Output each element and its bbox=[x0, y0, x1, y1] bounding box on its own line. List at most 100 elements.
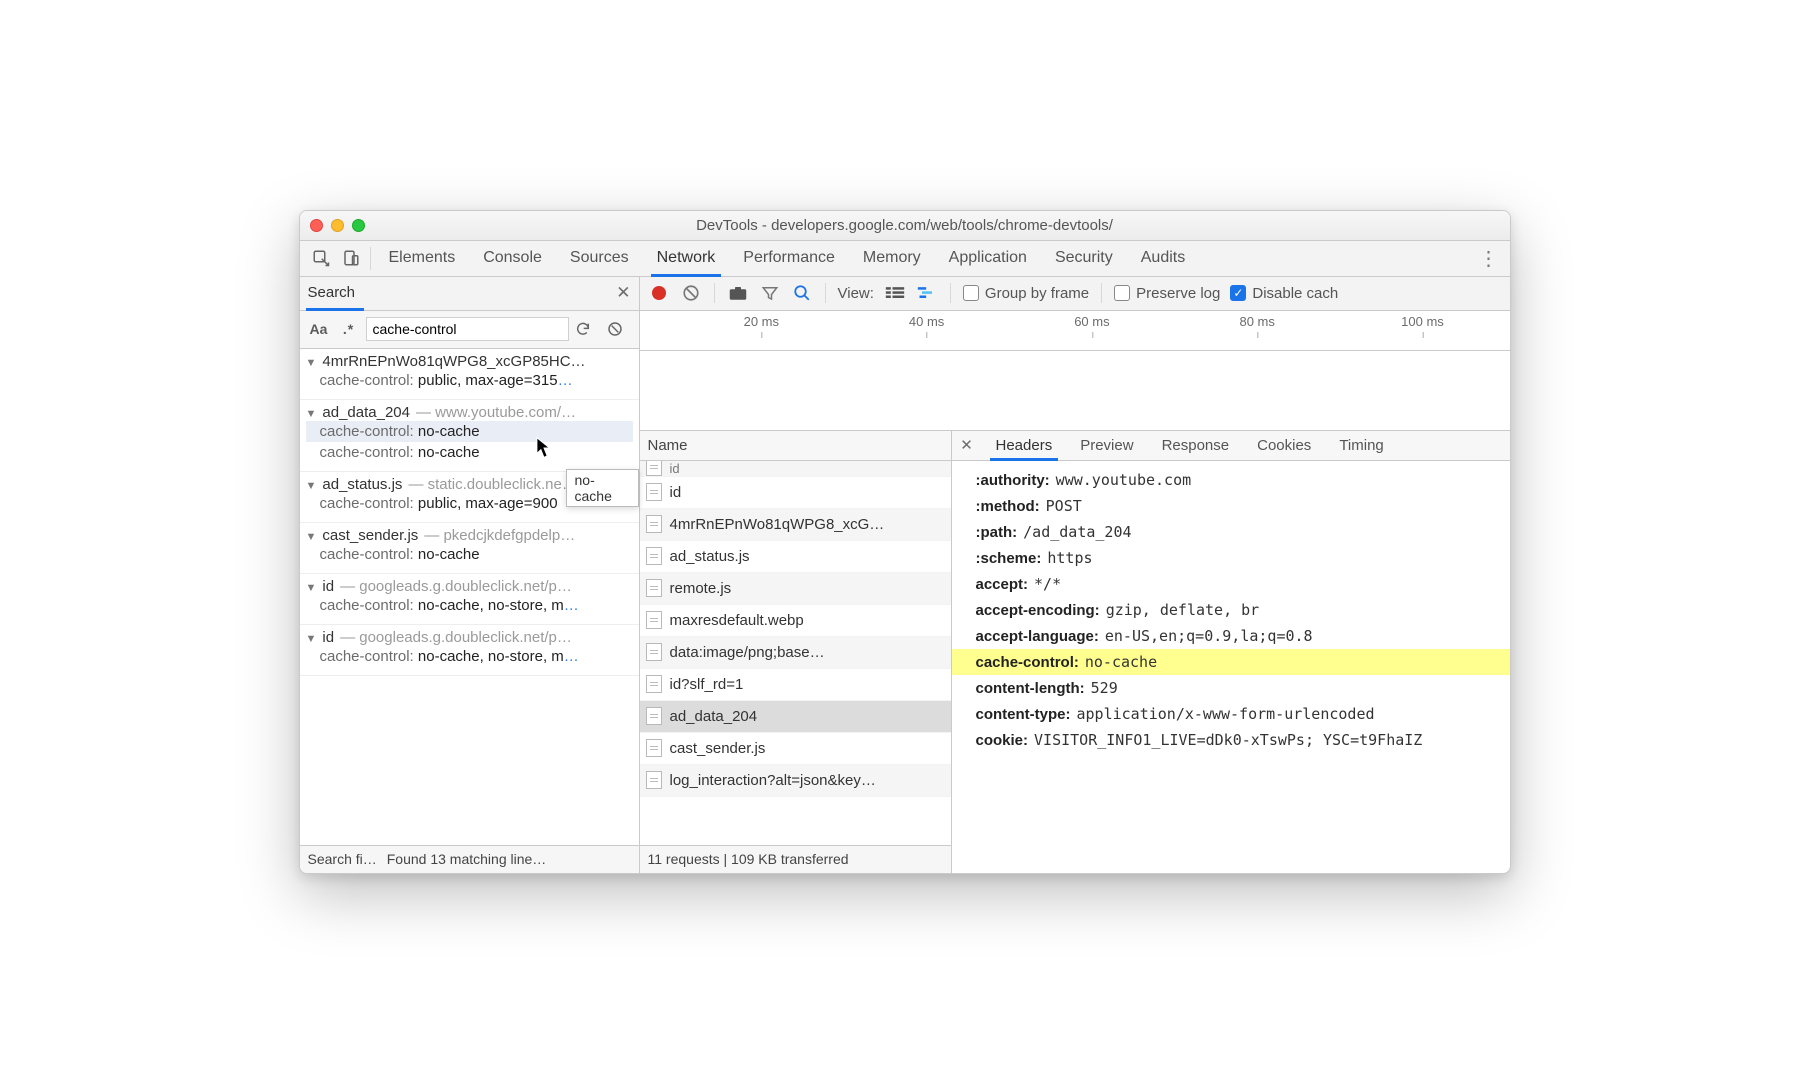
file-icon bbox=[646, 643, 662, 661]
details-tab-response[interactable]: Response bbox=[1148, 431, 1244, 460]
table-row[interactable]: data:image/png;base… bbox=[640, 637, 951, 669]
search-results: ▼4mrRnEPnWo81qWPG8_xcGP85HC…cache-contro… bbox=[300, 349, 639, 845]
search-result-group[interactable]: ▼4mrRnEPnWo81qWPG8_xcGP85HC…cache-contro… bbox=[300, 349, 639, 400]
search-result-line[interactable]: cache-control: public, max-age=315… bbox=[306, 370, 633, 391]
timeline-ruler[interactable]: 20 ms 40 ms 60 ms 80 ms 100 ms bbox=[640, 311, 1510, 351]
details-tab-headers[interactable]: Headers bbox=[982, 431, 1067, 460]
large-rows-icon[interactable] bbox=[884, 282, 906, 304]
tab-audits[interactable]: Audits bbox=[1127, 241, 1199, 276]
header-line[interactable]: cache-control:no-cache bbox=[952, 649, 1510, 675]
close-details-icon[interactable]: ✕ bbox=[952, 431, 982, 460]
header-line[interactable]: cookie:VISITOR_INFO1_LIVE=dDk0-xTswPs; Y… bbox=[976, 727, 1500, 753]
device-toolbar-icon[interactable] bbox=[336, 241, 366, 276]
table-row[interactable]: cast_sender.js bbox=[640, 733, 951, 765]
search-icon[interactable] bbox=[791, 282, 813, 304]
header-line[interactable]: accept:*/* bbox=[976, 571, 1500, 597]
search-input[interactable] bbox=[366, 317, 569, 341]
table-row[interactable]: id?slf_rd=1 bbox=[640, 669, 951, 701]
tab-elements[interactable]: Elements bbox=[375, 241, 470, 276]
table-row[interactable]: maxresdefault.webp bbox=[640, 605, 951, 637]
devtools-window: DevTools - developers.google.com/web/too… bbox=[299, 210, 1511, 874]
search-result-line[interactable]: cache-control: no-cache, no-store, m… bbox=[306, 646, 633, 667]
match-case-icon[interactable]: Aa bbox=[306, 321, 332, 337]
header-line[interactable]: content-length:529 bbox=[976, 675, 1500, 701]
group-by-frame-checkbox[interactable]: Group by frame bbox=[963, 285, 1089, 302]
details-tab-cookies[interactable]: Cookies bbox=[1243, 431, 1325, 460]
search-result-group[interactable]: ▼id — googleads.g.doubleclick.net/p…cach… bbox=[300, 625, 639, 676]
header-line[interactable]: accept-language:en-US,en;q=0.9,la;q=0.8 bbox=[976, 623, 1500, 649]
header-line[interactable]: :method:POST bbox=[976, 493, 1500, 519]
header-line[interactable]: accept-encoding:gzip, deflate, br bbox=[976, 597, 1500, 623]
disclosure-triangle-icon[interactable]: ▼ bbox=[306, 408, 317, 420]
file-icon bbox=[646, 707, 662, 725]
header-key: cache-control: bbox=[976, 654, 1079, 671]
record-button[interactable] bbox=[648, 282, 670, 304]
search-panel-header: Search ✕ bbox=[300, 277, 639, 311]
more-options-icon[interactable]: ⋮ bbox=[1474, 241, 1504, 276]
search-toolbar: Aa .* bbox=[300, 311, 639, 349]
search-result-line[interactable]: cache-control: no-cache bbox=[306, 442, 633, 463]
details-tab-preview[interactable]: Preview bbox=[1066, 431, 1147, 460]
search-result-group[interactable]: ▼cast_sender.js — pkedcjkdefgpdelp…cache… bbox=[300, 523, 639, 574]
details-tab-timing[interactable]: Timing bbox=[1325, 431, 1397, 460]
minimize-window-icon[interactable] bbox=[331, 219, 344, 232]
inspect-element-icon[interactable] bbox=[306, 241, 336, 276]
regex-icon[interactable]: .* bbox=[338, 321, 360, 337]
header-key: :authority: bbox=[976, 472, 1050, 489]
disclosure-triangle-icon[interactable]: ▼ bbox=[306, 582, 317, 594]
screenshots-icon[interactable] bbox=[727, 282, 749, 304]
disclosure-triangle-icon[interactable]: ▼ bbox=[306, 531, 317, 543]
result-file: ad_status.js bbox=[322, 476, 402, 493]
table-row[interactable]: id bbox=[640, 461, 951, 477]
table-row[interactable]: id bbox=[640, 477, 951, 509]
disable-cache-checkbox[interactable]: Disable cach bbox=[1230, 285, 1338, 302]
table-row[interactable]: ad_status.js bbox=[640, 541, 951, 573]
disclosure-triangle-icon[interactable]: ▼ bbox=[306, 357, 317, 369]
tab-application[interactable]: Application bbox=[935, 241, 1041, 276]
header-line[interactable]: content-type:application/x-www-form-urle… bbox=[976, 701, 1500, 727]
table-row[interactable]: 4mrRnEPnWo81qWPG8_xcG… bbox=[640, 509, 951, 541]
result-origin: — pkedcjkdefgpdelp… bbox=[424, 527, 575, 544]
header-line[interactable]: :authority:www.youtube.com bbox=[976, 467, 1500, 493]
request-name: log_interaction?alt=json&key… bbox=[670, 772, 876, 789]
waterfall-icon[interactable] bbox=[916, 282, 938, 304]
filter-icon[interactable] bbox=[759, 282, 781, 304]
request-list-header[interactable]: Name bbox=[640, 431, 951, 461]
table-row[interactable]: log_interaction?alt=json&key… bbox=[640, 765, 951, 797]
file-icon bbox=[646, 461, 662, 476]
maximize-window-icon[interactable] bbox=[352, 219, 365, 232]
header-key: accept-encoding: bbox=[976, 602, 1100, 619]
window-title: DevTools - developers.google.com/web/too… bbox=[300, 217, 1510, 234]
close-window-icon[interactable] bbox=[310, 219, 323, 232]
request-details: ✕ Headers Preview Response Cookies Timin… bbox=[952, 431, 1510, 873]
network-toolbar: View: Group by frame Preserve log Disabl… bbox=[640, 277, 1510, 311]
table-row[interactable]: remote.js bbox=[640, 573, 951, 605]
table-row[interactable]: ad_data_204 bbox=[640, 701, 951, 733]
clear-icon[interactable] bbox=[607, 321, 633, 337]
disclosure-triangle-icon[interactable]: ▼ bbox=[306, 480, 317, 492]
request-name: remote.js bbox=[670, 580, 732, 597]
tab-network[interactable]: Network bbox=[643, 241, 730, 276]
disclosure-triangle-icon[interactable]: ▼ bbox=[306, 633, 317, 645]
close-icon[interactable]: ✕ bbox=[616, 283, 630, 303]
search-result-line[interactable]: cache-control: no-cache, no-store, m… bbox=[306, 595, 633, 616]
tab-console[interactable]: Console bbox=[469, 241, 556, 276]
timeline-overview[interactable] bbox=[640, 351, 1510, 431]
tab-security[interactable]: Security bbox=[1041, 241, 1127, 276]
file-icon bbox=[646, 675, 662, 693]
header-line[interactable]: :path:/ad_data_204 bbox=[976, 519, 1500, 545]
search-result-line[interactable]: cache-control: no-cache bbox=[306, 544, 633, 565]
search-result-group[interactable]: ▼ad_data_204 — www.youtube.com/…cache-co… bbox=[300, 400, 639, 472]
search-result-group[interactable]: ▼id — googleads.g.doubleclick.net/p…cach… bbox=[300, 574, 639, 625]
result-origin: — www.youtube.com/… bbox=[416, 404, 576, 421]
file-icon bbox=[646, 483, 662, 501]
header-line[interactable]: :scheme:https bbox=[976, 545, 1500, 571]
tab-sources[interactable]: Sources bbox=[556, 241, 643, 276]
search-result-line[interactable]: cache-control: no-cache bbox=[306, 421, 633, 442]
headers-list: :authority:www.youtube.com:method:POST:p… bbox=[952, 461, 1510, 873]
refresh-icon[interactable] bbox=[575, 321, 601, 337]
tab-performance[interactable]: Performance bbox=[729, 241, 849, 276]
preserve-log-checkbox[interactable]: Preserve log bbox=[1114, 285, 1220, 302]
clear-log-icon[interactable] bbox=[680, 282, 702, 304]
tab-memory[interactable]: Memory bbox=[849, 241, 935, 276]
